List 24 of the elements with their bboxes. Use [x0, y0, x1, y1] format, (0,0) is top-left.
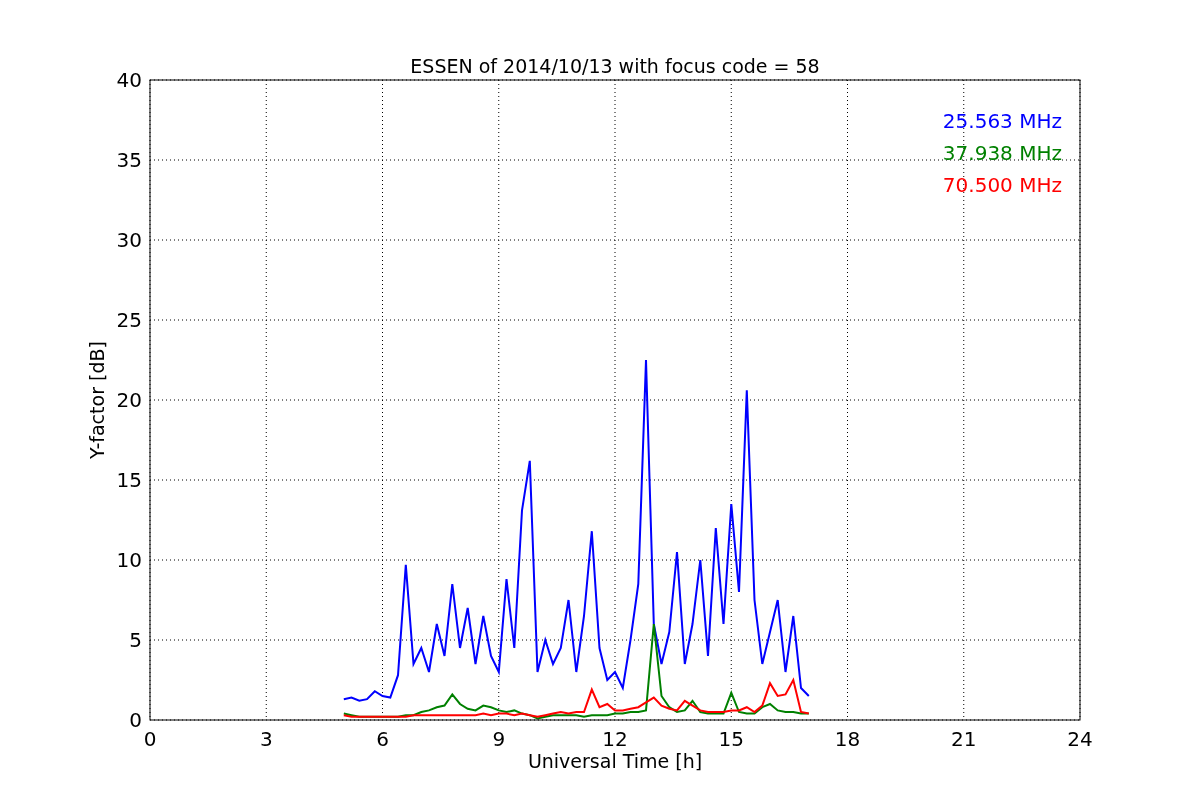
y-tick-label: 0 [129, 708, 142, 732]
y-tick-label: 5 [129, 628, 142, 652]
y-tick-label: 35 [116, 148, 142, 172]
x-tick-label: 24 [1067, 727, 1093, 751]
legend-label: 70.500 MHz [942, 173, 1062, 197]
x-tick-label: 21 [951, 727, 977, 751]
x-tick-label: 3 [259, 727, 273, 751]
y-tick-label: 25 [116, 308, 142, 332]
x-tick-label: 0 [143, 727, 157, 751]
x-tick-label: 9 [492, 727, 506, 751]
y-tick-label: 15 [116, 468, 142, 492]
y-tick-label: 30 [116, 228, 142, 252]
y-tick-label: 20 [116, 388, 142, 412]
x-tick-label: 15 [718, 727, 744, 751]
x-tick-label: 18 [834, 727, 861, 751]
y-axis-label: Y-factor [dB] [86, 341, 108, 459]
legend-label: 25.563 MHz [942, 109, 1062, 133]
legend-label: 37.938 MHz [942, 141, 1062, 165]
y-tick-label: 40 [116, 68, 142, 92]
x-axis-label: Universal Time [h] [527, 750, 703, 772]
x-tick-label: 6 [376, 727, 389, 751]
x-tick-label: 12 [602, 727, 628, 751]
chart-title: ESSEN of 2014/10/13 with focus code = 58 [410, 55, 820, 77]
y-tick-label: 10 [116, 548, 142, 572]
